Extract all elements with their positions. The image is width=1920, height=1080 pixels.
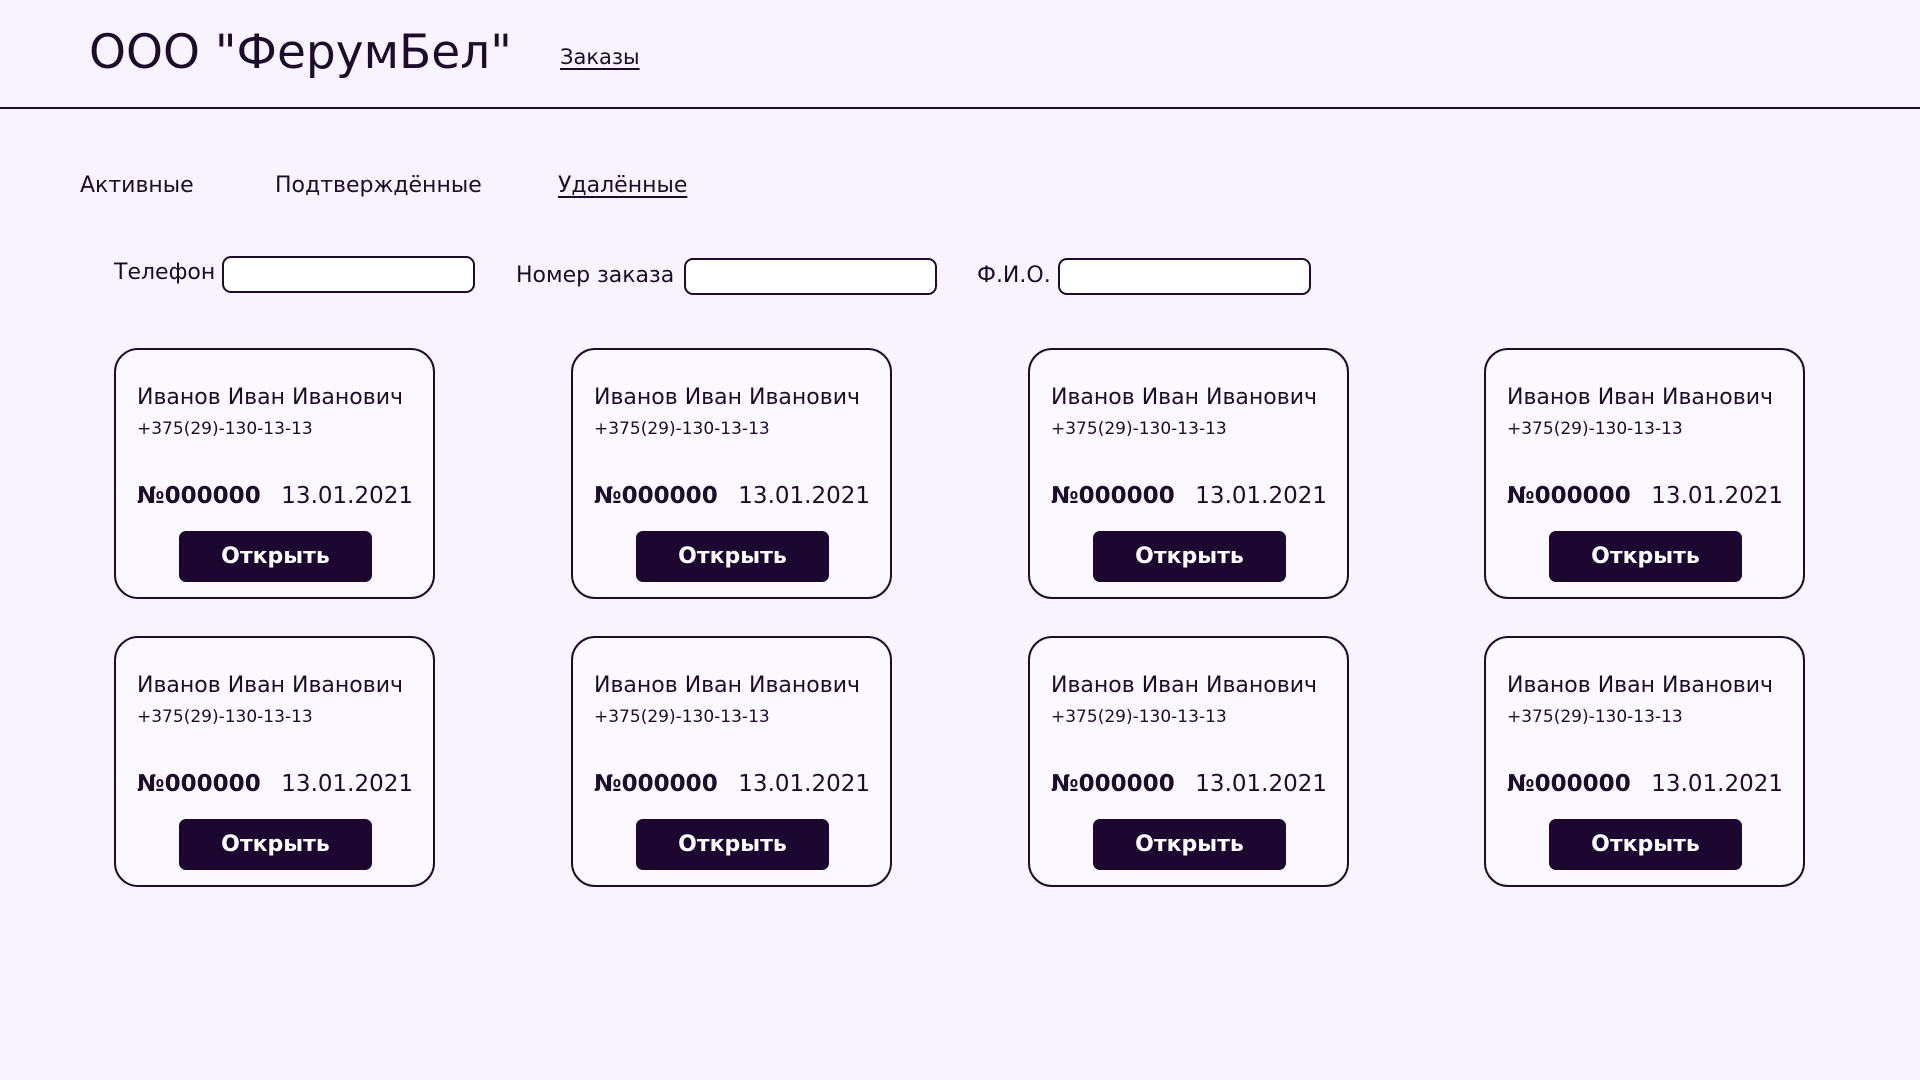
full-name-filter-label: Ф.И.О.	[977, 263, 1051, 288]
order-number: №000000	[594, 483, 718, 509]
order-number: №000000	[1051, 483, 1175, 509]
phone-filter-input[interactable]	[222, 256, 475, 293]
order-date: 13.01.2021	[738, 483, 870, 509]
open-order-button[interactable]: Открыть	[1549, 531, 1742, 582]
customer-phone: +375(29)-130-13-13	[137, 419, 313, 439]
full-name-filter-input[interactable]	[1058, 258, 1311, 295]
order-number: №000000	[137, 483, 261, 509]
tab-deleted[interactable]: Удалённые	[558, 171, 687, 201]
open-order-button[interactable]: Открыть	[1093, 819, 1286, 870]
customer-name: Иванов Иван Иванович	[594, 673, 860, 698]
order-card: Иванов Иван Иванович +375(29)-130-13-13 …	[1028, 636, 1349, 887]
order-number: №000000	[1051, 771, 1175, 797]
order-card: Иванов Иван Иванович +375(29)-130-13-13 …	[114, 636, 435, 887]
customer-name: Иванов Иван Иванович	[594, 385, 860, 410]
order-date: 13.01.2021	[281, 483, 413, 509]
customer-phone: +375(29)-130-13-13	[1051, 419, 1227, 439]
order-card: Иванов Иван Иванович +375(29)-130-13-13 …	[1028, 348, 1349, 599]
open-order-button[interactable]: Открыть	[179, 531, 372, 582]
open-order-button[interactable]: Открыть	[636, 819, 829, 870]
order-card: Иванов Иван Иванович +375(29)-130-13-13 …	[114, 348, 435, 599]
app-header: ООО "ФерумБел" Заказы	[0, 0, 1920, 109]
customer-phone: +375(29)-130-13-13	[1051, 707, 1227, 727]
order-card: Иванов Иван Иванович +375(29)-130-13-13 …	[1484, 636, 1805, 887]
order-number: №000000	[594, 771, 718, 797]
tab-active[interactable]: Активные	[80, 171, 194, 201]
order-date: 13.01.2021	[738, 771, 870, 797]
order-date: 13.01.2021	[281, 771, 413, 797]
company-name: ООО "ФерумБел"	[89, 25, 512, 80]
customer-phone: +375(29)-130-13-13	[137, 707, 313, 727]
customer-name: Иванов Иван Иванович	[1051, 673, 1317, 698]
customer-name: Иванов Иван Иванович	[1507, 673, 1773, 698]
order-date: 13.01.2021	[1195, 483, 1327, 509]
order-card: Иванов Иван Иванович +375(29)-130-13-13 …	[1484, 348, 1805, 599]
order-number: №000000	[137, 771, 261, 797]
customer-phone: +375(29)-130-13-13	[594, 419, 770, 439]
customer-phone: +375(29)-130-13-13	[594, 707, 770, 727]
order-number-filter-input[interactable]	[684, 258, 937, 295]
open-order-button[interactable]: Открыть	[636, 531, 829, 582]
open-order-button[interactable]: Открыть	[1093, 531, 1286, 582]
order-date: 13.01.2021	[1651, 483, 1783, 509]
phone-filter-label: Телефон	[114, 260, 216, 285]
order-number: №000000	[1507, 483, 1631, 509]
order-date: 13.01.2021	[1195, 771, 1327, 797]
customer-phone: +375(29)-130-13-13	[1507, 707, 1683, 727]
order-number: №000000	[1507, 771, 1631, 797]
nav-link-orders[interactable]: Заказы	[560, 43, 640, 71]
order-card: Иванов Иван Иванович +375(29)-130-13-13 …	[571, 348, 892, 599]
customer-name: Иванов Иван Иванович	[137, 673, 403, 698]
order-date: 13.01.2021	[1651, 771, 1783, 797]
open-order-button[interactable]: Открыть	[1549, 819, 1742, 870]
tab-confirmed[interactable]: Подтверждённые	[275, 171, 482, 201]
customer-name: Иванов Иван Иванович	[1507, 385, 1773, 410]
customer-name: Иванов Иван Иванович	[137, 385, 403, 410]
customer-phone: +375(29)-130-13-13	[1507, 419, 1683, 439]
customer-name: Иванов Иван Иванович	[1051, 385, 1317, 410]
open-order-button[interactable]: Открыть	[179, 819, 372, 870]
order-card: Иванов Иван Иванович +375(29)-130-13-13 …	[571, 636, 892, 887]
order-number-filter-label: Номер заказа	[516, 263, 675, 288]
